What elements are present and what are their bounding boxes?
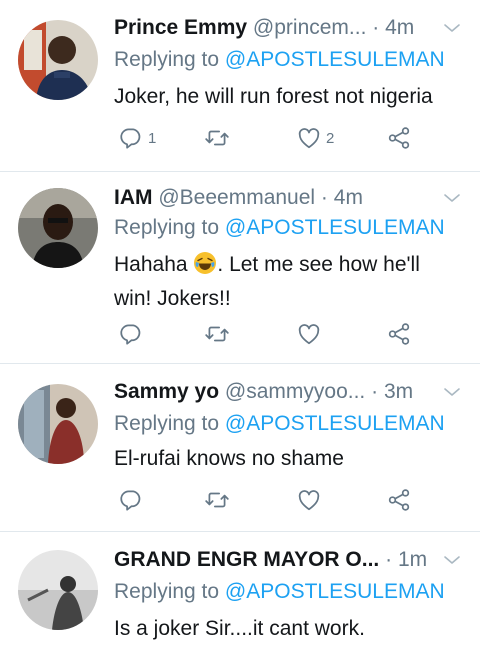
tweet-text: Hahaha . Let me see how he'll win! Joker…: [114, 248, 462, 316]
tweet-text: Joker, he will run forest not nigeria: [114, 85, 433, 108]
tweet-2[interactable]: IAM @Beeemmanuel · 4m Replying to @APOST…: [0, 172, 480, 364]
like-icon: [296, 321, 322, 347]
retweet-button[interactable]: [204, 484, 230, 516]
replying-to: Replying to @APOSTLESULEMAN: [114, 46, 445, 74]
display-name[interactable]: GRAND ENGR MAYOR O...: [114, 548, 379, 571]
separator: ·: [320, 186, 328, 209]
user-handle[interactable]: @Beeemmanuel: [158, 186, 315, 209]
share-icon: [386, 321, 412, 347]
separator: ·: [385, 548, 393, 571]
chevron-down-icon[interactable]: [442, 550, 462, 570]
user-handle[interactable]: @princem...: [253, 16, 367, 39]
separator: ·: [371, 380, 379, 403]
like-count: 2: [326, 129, 335, 147]
action-bar: 1 2: [114, 122, 434, 154]
tweet-header: IAM @Beeemmanuel · 4m: [114, 184, 462, 212]
tweet-text-part-1: Hahaha: [114, 253, 194, 276]
retweet-button[interactable]: [204, 318, 230, 350]
reply-icon: [118, 125, 144, 151]
retweet-icon: [204, 321, 230, 347]
action-bar: [114, 318, 434, 350]
mention-link[interactable]: @APOSTLESULEMAN: [225, 580, 445, 603]
share-icon: [386, 125, 412, 151]
reply-button[interactable]: [118, 484, 144, 516]
display-name[interactable]: IAM: [114, 186, 153, 209]
chevron-down-icon[interactable]: [442, 188, 462, 208]
mention-link[interactable]: @APOSTLESULEMAN: [225, 216, 445, 239]
tweet-text: El-rufai knows no shame: [114, 447, 344, 470]
face-with-tears-of-joy-icon: [194, 252, 217, 274]
mention-link[interactable]: @APOSTLESULEMAN: [225, 412, 445, 435]
replying-to: Replying to @APOSTLESULEMAN: [114, 578, 445, 606]
reply-button[interactable]: 1: [118, 122, 156, 154]
reply-icon: [118, 321, 144, 347]
mention-link[interactable]: @APOSTLESULEMAN: [225, 48, 445, 71]
like-button[interactable]: [296, 484, 322, 516]
avatar[interactable]: [18, 20, 98, 100]
replying-to: Replying to @APOSTLESULEMAN: [114, 410, 445, 438]
display-name[interactable]: Prince Emmy: [114, 16, 247, 39]
retweet-button[interactable]: [204, 122, 230, 154]
timestamp[interactable]: 4m: [334, 186, 363, 209]
separator: ·: [372, 16, 380, 39]
timestamp[interactable]: 3m: [384, 380, 413, 403]
chevron-down-icon[interactable]: [442, 18, 462, 38]
replying-label: Replying to: [114, 216, 220, 239]
retweet-icon: [204, 125, 230, 151]
share-button[interactable]: [386, 122, 412, 154]
replying-label: Replying to: [114, 580, 220, 603]
like-icon: [296, 487, 322, 513]
reply-button[interactable]: [118, 318, 144, 350]
share-button[interactable]: [386, 484, 412, 516]
reply-icon: [118, 487, 144, 513]
tweet-header: Sammy yo @sammyyoo... · 3m: [114, 378, 462, 406]
action-bar: [114, 484, 434, 516]
replying-label: Replying to: [114, 412, 220, 435]
retweet-icon: [204, 487, 230, 513]
replying-label: Replying to: [114, 48, 220, 71]
like-button[interactable]: [296, 318, 322, 350]
timestamp[interactable]: 1m: [398, 548, 427, 571]
tweet-header: Prince Emmy @princem... · 4m: [114, 14, 462, 42]
avatar[interactable]: [18, 188, 98, 268]
replying-to: Replying to @APOSTLESULEMAN: [114, 214, 445, 242]
share-button[interactable]: [386, 318, 412, 350]
like-icon: [296, 125, 322, 151]
avatar[interactable]: [18, 550, 98, 630]
tweet-4[interactable]: GRAND ENGR MAYOR O... · 1m Replying to @…: [0, 532, 480, 656]
chevron-down-icon[interactable]: [442, 382, 462, 402]
tweet-1[interactable]: Prince Emmy @princem... · 4m Replying to…: [0, 0, 480, 172]
reply-count: 1: [148, 129, 157, 147]
avatar[interactable]: [18, 384, 98, 464]
user-handle[interactable]: @sammyyoo...: [225, 380, 365, 403]
tweet-text: Is a joker Sir....it cant work.: [114, 617, 365, 640]
share-icon: [386, 487, 412, 513]
timestamp[interactable]: 4m: [385, 16, 414, 39]
tweet-header: GRAND ENGR MAYOR O... · 1m: [114, 546, 462, 574]
display-name[interactable]: Sammy yo: [114, 380, 219, 403]
tweet-3[interactable]: Sammy yo @sammyyoo... · 3m Replying to @…: [0, 364, 480, 532]
like-button[interactable]: 2: [296, 122, 334, 154]
